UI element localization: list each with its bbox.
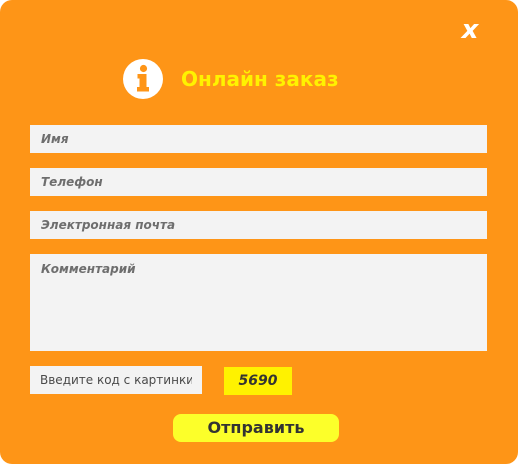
close-button[interactable]: x bbox=[456, 16, 484, 44]
captcha-image: 5690 bbox=[224, 367, 292, 395]
name-input[interactable] bbox=[30, 125, 487, 153]
comment-textarea[interactable] bbox=[30, 254, 487, 351]
submit-button[interactable]: Отправить bbox=[173, 414, 339, 442]
dialog-title: Онлайн заказ bbox=[181, 67, 339, 91]
dialog-header: Онлайн заказ bbox=[122, 58, 339, 100]
email-input[interactable] bbox=[30, 211, 487, 239]
order-dialog: x Онлайн заказ 5690 Отправить bbox=[0, 0, 518, 464]
phone-input[interactable] bbox=[30, 168, 487, 196]
captcha-input[interactable] bbox=[30, 366, 202, 394]
info-icon bbox=[123, 59, 163, 99]
